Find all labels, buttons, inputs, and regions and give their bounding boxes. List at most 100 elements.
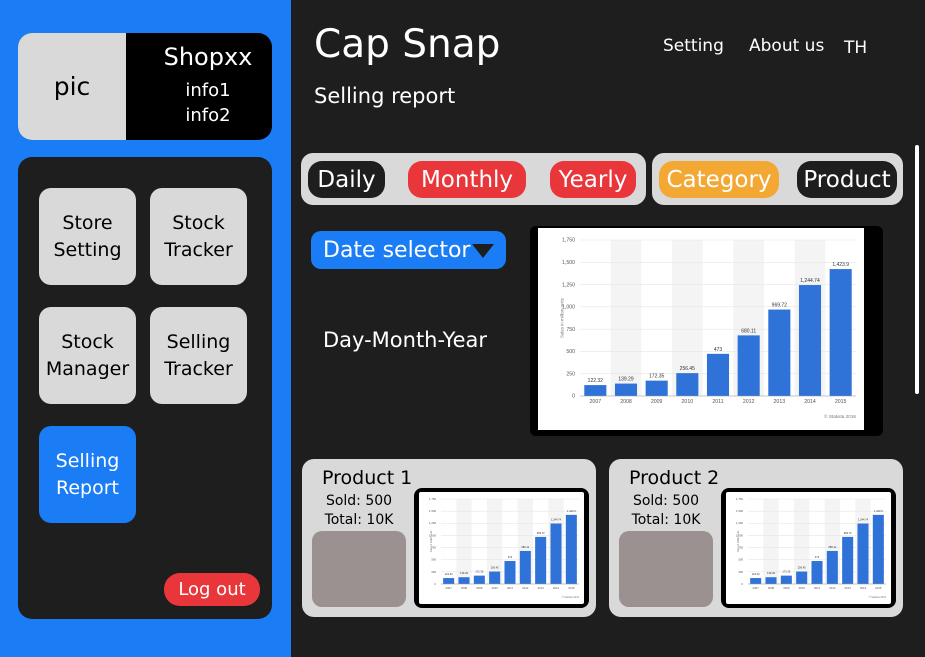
y-axis-label: Sales in million units bbox=[737, 530, 740, 552]
bar-value-label: 139.29 bbox=[767, 571, 775, 575]
chart-band bbox=[672, 240, 703, 396]
nav-panel: Store Setting Stock Tracker Stock Manage… bbox=[18, 157, 272, 619]
product-total: Total: 10K bbox=[324, 512, 394, 528]
bar bbox=[857, 523, 869, 584]
nav-selling-tracker[interactable]: Selling Tracker bbox=[150, 307, 247, 404]
x-tick-label: 2008 bbox=[620, 399, 632, 405]
monthly-button[interactable]: Monthly bbox=[408, 161, 526, 198]
language-toggle[interactable]: TH bbox=[844, 38, 867, 58]
nav-selling-report[interactable]: Selling Report bbox=[39, 426, 136, 523]
nav-selling-tracker-label: Selling Tracker bbox=[164, 330, 233, 380]
y-axis-label: Sales in million units bbox=[430, 530, 433, 552]
daily-button[interactable]: Daily bbox=[308, 161, 385, 198]
chart-band bbox=[487, 499, 503, 584]
bar bbox=[614, 383, 638, 396]
bar-value-label: 1,244.74 bbox=[800, 278, 820, 284]
sidebar: pic Shopxx info1 info2 Store Setting Sto… bbox=[0, 0, 291, 657]
bar-value-label: 1,244.74 bbox=[858, 518, 869, 522]
product-button[interactable]: Product bbox=[797, 161, 897, 198]
about-us-link[interactable]: About us bbox=[749, 36, 824, 56]
bar bbox=[443, 578, 455, 584]
bar bbox=[473, 575, 485, 584]
bar-value-label: 256.45 bbox=[680, 366, 696, 372]
product-name: Product 1 bbox=[322, 467, 413, 489]
y-tick-label: 250 bbox=[431, 570, 436, 574]
bar bbox=[872, 514, 884, 584]
product-card[interactable]: Product 2 Sold: 500 Total: 10K 0 250 500 75… bbox=[609, 459, 903, 617]
date-selector-label: Date selector bbox=[323, 237, 471, 263]
bar-value-label: 680.11 bbox=[828, 545, 836, 549]
bar bbox=[535, 536, 547, 584]
product-sales-chart: 02505007501,0001,2501,5001,750Sales in m… bbox=[419, 492, 584, 604]
x-tick-label: 2009 bbox=[476, 586, 483, 590]
product-chart-frame: 0 250 500 750 1,000 1,250 1,500 1,750 Sales in m… bbox=[721, 488, 896, 608]
bar bbox=[811, 561, 823, 584]
x-tick-label: 2007 bbox=[753, 586, 760, 590]
app-title: Cap Snap bbox=[314, 22, 501, 67]
bar bbox=[780, 575, 792, 584]
x-tick-label: 2014 bbox=[553, 586, 560, 590]
product-total: Total: 10K bbox=[631, 512, 701, 528]
y-axis-label: Sales in million units bbox=[559, 297, 564, 338]
x-tick-label: 2011 bbox=[507, 586, 513, 590]
y-tick-label: 1,750 bbox=[562, 238, 575, 244]
x-tick-label: 2011 bbox=[712, 399, 723, 405]
chart-band bbox=[794, 499, 810, 584]
nav-stock-tracker[interactable]: Stock Tracker bbox=[150, 188, 247, 285]
x-tick-label: 2015 bbox=[875, 586, 882, 590]
shop-name: Shopxx bbox=[163, 43, 253, 71]
bar bbox=[765, 577, 777, 584]
bar-value-label: 1,423.9 bbox=[874, 509, 883, 513]
bar-value-label: 172.35 bbox=[649, 374, 665, 380]
product-card[interactable]: Product 1 Sold: 500 Total: 10K 0 250 500 75… bbox=[302, 459, 596, 617]
bar bbox=[768, 309, 791, 396]
bar-value-label: 680.11 bbox=[741, 328, 756, 334]
bar-value-label: 1,423.9 bbox=[832, 262, 849, 268]
nav-stock-manager[interactable]: Stock Manager bbox=[39, 307, 136, 404]
date-selector-dropdown[interactable]: Date selector bbox=[311, 231, 506, 269]
y-tick-label: 0 bbox=[741, 582, 743, 586]
bar-value-label: 969.72 bbox=[772, 303, 788, 309]
date-format-label: Day-Month-Year bbox=[323, 328, 488, 352]
bar-value-label: 122.32 bbox=[588, 378, 604, 384]
y-tick-label: 500 bbox=[566, 349, 575, 355]
x-tick-label: 2008 bbox=[768, 586, 775, 590]
yearly-button[interactable]: Yearly bbox=[550, 161, 636, 198]
period-filter-group: Daily Monthly Yearly bbox=[301, 153, 646, 205]
bar-value-label: 1,423.9 bbox=[567, 509, 576, 513]
category-button[interactable]: Category bbox=[659, 161, 779, 198]
bar-value-label: 172.35 bbox=[475, 570, 483, 574]
x-tick-label: 2012 bbox=[743, 399, 755, 405]
bar-value-label: 122.32 bbox=[445, 572, 453, 576]
nav-stock-manager-label: Stock Manager bbox=[45, 330, 130, 380]
y-tick-label: 500 bbox=[431, 558, 436, 562]
x-tick-label: 2010 bbox=[492, 586, 499, 590]
product-sales-chart: 02505007501,0001,2501,5001,750Sales in m… bbox=[726, 492, 891, 604]
x-tick-label: 2007 bbox=[590, 399, 602, 405]
bar bbox=[798, 285, 822, 396]
nav-store-setting[interactable]: Store Setting bbox=[39, 188, 136, 285]
bar-value-label: 139.29 bbox=[460, 571, 468, 575]
bar-value-label: 969.72 bbox=[844, 531, 852, 535]
product-image bbox=[312, 531, 406, 607]
bar-value-label: 473 bbox=[508, 555, 513, 559]
x-tick-label: 2015 bbox=[568, 586, 575, 590]
x-tick-label: 2013 bbox=[774, 399, 786, 405]
x-tick-label: 2008 bbox=[461, 586, 468, 590]
product-sold: Sold: 500 bbox=[632, 493, 700, 509]
scrollbar[interactable] bbox=[915, 145, 919, 394]
x-tick-label: 2009 bbox=[651, 399, 663, 405]
bar bbox=[458, 577, 470, 584]
logout-button[interactable]: Log out bbox=[164, 573, 260, 606]
y-tick-label: 500 bbox=[738, 558, 743, 562]
bar bbox=[645, 380, 668, 396]
x-tick-label: 2010 bbox=[682, 399, 694, 405]
sales-bar-chart: 02505007501,0001,2501,5001,750Sales in m… bbox=[538, 228, 864, 430]
bar bbox=[489, 571, 501, 584]
product-name: Product 2 bbox=[629, 467, 720, 489]
bar bbox=[584, 385, 607, 396]
nav-stock-tracker-label: Stock Tracker bbox=[164, 211, 233, 261]
bar bbox=[676, 373, 699, 396]
shop-info-1: info1 bbox=[185, 80, 231, 101]
setting-link[interactable]: Setting bbox=[663, 36, 724, 56]
